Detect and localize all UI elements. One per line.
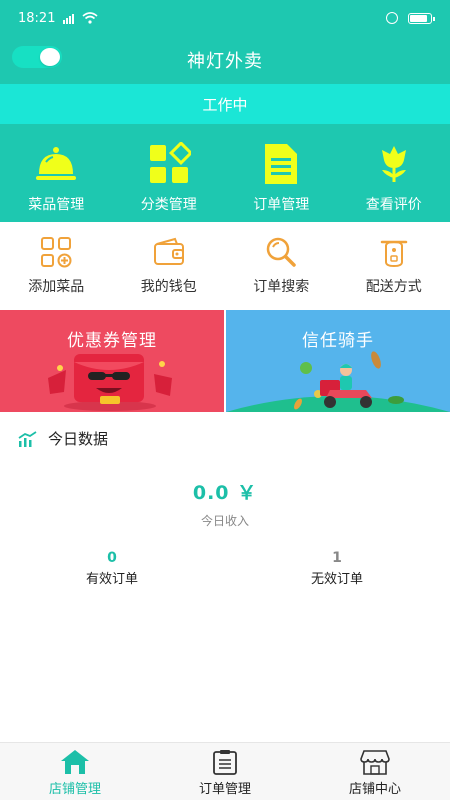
add-grid-icon: [41, 237, 72, 268]
shop-icon: [360, 750, 390, 775]
menu-label: 我的钱包: [140, 279, 197, 295]
tab-shop-management[interactable]: 店铺管理: [0, 743, 150, 800]
sub-menu: 添加菜品 我的钱包 订单搜索 配送方式: [0, 222, 450, 308]
menu-view-reviews[interactable]: 查看评价: [338, 124, 450, 222]
work-status-bar: 工作中: [0, 84, 450, 124]
tab-order-management[interactable]: 订单管理: [150, 743, 300, 800]
valid-orders-count: 0: [107, 550, 117, 566]
invalid-orders-label: 无效订单: [310, 572, 363, 587]
page-title: 神灯外卖: [187, 51, 263, 72]
tab-shop-center[interactable]: 店铺中心: [300, 743, 450, 800]
menu-dish-management[interactable]: 菜品管理: [0, 124, 113, 222]
tab-label: 订单管理: [198, 782, 251, 797]
valid-orders-stat[interactable]: 0 有效订单: [12, 550, 212, 587]
invalid-orders-stat[interactable]: 1 无效订单: [237, 550, 437, 587]
invalid-orders-count: 1: [332, 550, 342, 566]
signal-icon: [63, 13, 75, 24]
app-header: 神灯外卖: [0, 36, 450, 84]
delivery-rider-illustration: [226, 351, 450, 412]
category-icon: [149, 142, 191, 183]
red-envelope-mascot-illustration: [48, 354, 172, 411]
today-income-label: 今日收入: [200, 514, 249, 528]
status-bar: 18:21: [0, 0, 450, 36]
wallet-icon: [153, 237, 184, 265]
delivery-icon: [380, 240, 407, 268]
today-data-header: 今日数据: [18, 428, 108, 449]
tab-label: 店铺中心: [348, 782, 401, 797]
menu-label: 配送方式: [365, 279, 422, 295]
work-status-text: 工作中: [202, 95, 248, 114]
menu-category-management[interactable]: 分类管理: [113, 124, 226, 222]
menu-label: 菜品管理: [28, 197, 85, 213]
wifi-icon: [82, 12, 98, 24]
coupon-management-banner[interactable]: 优惠券管理: [0, 310, 224, 412]
valid-orders-label: 有效订单: [85, 572, 138, 587]
menu-add-dish[interactable]: 添加菜品: [0, 222, 113, 308]
cloche-icon: [36, 147, 77, 180]
document-icon: [265, 144, 298, 184]
menu-order-management[interactable]: 订单管理: [225, 124, 338, 222]
search-icon: [267, 237, 296, 267]
bottom-tab-bar: 店铺管理 订单管理 店铺中心: [0, 742, 450, 800]
menu-label: 分类管理: [140, 197, 197, 213]
flower-icon: [381, 146, 406, 182]
trend-chart-icon: [18, 430, 37, 447]
menu-my-wallet[interactable]: 我的钱包: [113, 222, 226, 308]
menu-order-search[interactable]: 订单搜索: [225, 222, 338, 308]
menu-label: 查看评价: [365, 197, 422, 213]
home-icon: [61, 750, 89, 774]
menu-label: 订单管理: [253, 197, 310, 213]
menu-label: 订单搜索: [253, 279, 310, 295]
alarm-icon: [386, 12, 398, 24]
battery-icon: [408, 12, 435, 24]
trusted-rider-banner[interactable]: 信任骑手: [226, 310, 450, 412]
work-toggle[interactable]: [12, 46, 62, 68]
clipboard-icon: [213, 750, 237, 775]
toggle-knob: [40, 48, 60, 66]
today-data-title: 今日数据: [48, 430, 109, 448]
tab-label: 店铺管理: [48, 782, 101, 797]
menu-label: 添加菜品: [28, 279, 85, 295]
menu-delivery-method[interactable]: 配送方式: [338, 222, 450, 308]
status-time: 18:21: [18, 10, 56, 26]
main-menu: 菜品管理 分类管理 订单管理 查看评价: [0, 124, 450, 222]
today-income-value: 0.0 ￥: [192, 482, 258, 504]
rider-banner-title: 信任骑手: [302, 331, 374, 351]
